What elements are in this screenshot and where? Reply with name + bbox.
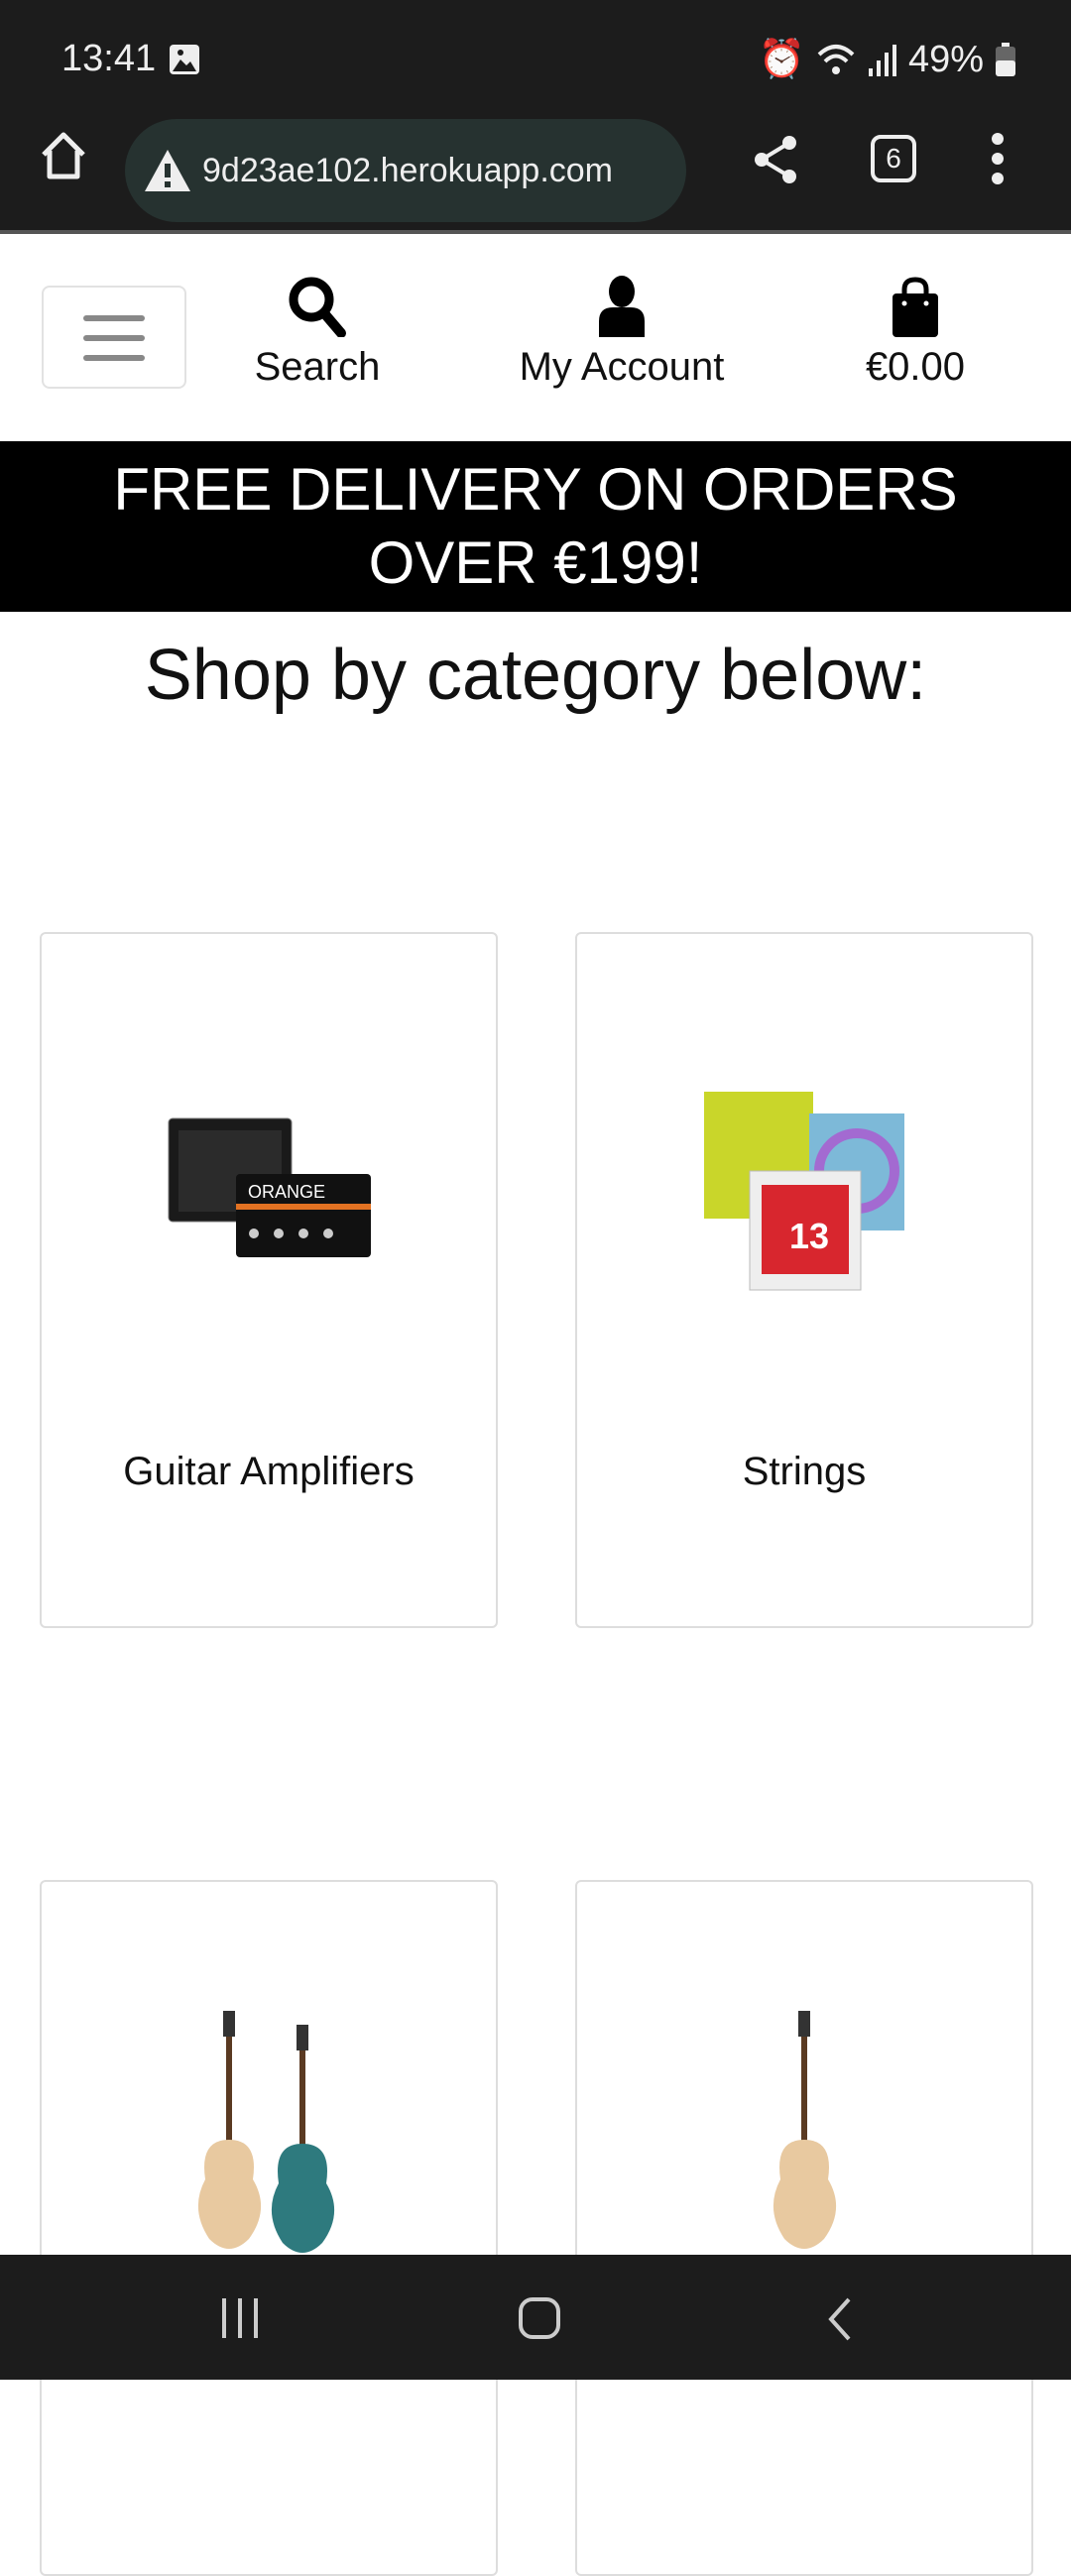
account-label: My Account xyxy=(519,345,725,389)
back-icon[interactable] xyxy=(825,2296,855,2342)
acoustic-guitars-image xyxy=(197,2011,335,2253)
url-bar[interactable]: ​9d23ae102.herokuapp.com xyxy=(125,119,686,222)
category-card-4[interactable] xyxy=(575,1880,1033,2576)
category-card-3[interactable] xyxy=(40,1880,498,2576)
category-label: Strings xyxy=(742,1450,867,1493)
home-icon[interactable] xyxy=(38,131,89,182)
category-card-guitar-amplifiers[interactable]: ORANGE Guitar Amplifiers xyxy=(40,932,498,1628)
alarm-icon: ⏰ xyxy=(758,39,805,80)
battery-level: 49% xyxy=(907,38,984,80)
svg-text:ORANGE: ORANGE xyxy=(248,1182,325,1202)
battery-icon xyxy=(996,43,1015,76)
acoustic-guitar-image xyxy=(773,2011,837,2249)
recents-icon[interactable] xyxy=(220,2298,260,2338)
site-header: Search My Account €0.00 xyxy=(0,238,1071,441)
tabs-button[interactable]: 6 xyxy=(871,135,916,182)
account-link[interactable]: My Account xyxy=(501,276,743,390)
menu-toggle-button[interactable] xyxy=(42,286,186,389)
strings-image: 13 xyxy=(704,1092,904,1291)
bag-link[interactable]: €0.00 xyxy=(851,276,980,390)
warning-icon[interactable] xyxy=(143,148,192,193)
user-icon xyxy=(599,276,645,337)
category-label: Guitar Amplifiers xyxy=(123,1450,415,1493)
search-link[interactable]: Search xyxy=(238,276,397,390)
signal-icon xyxy=(868,45,896,76)
wifi-icon xyxy=(817,45,855,74)
search-label: Search xyxy=(254,345,381,389)
system-nav-bar xyxy=(0,2255,1071,2380)
home-nav-icon[interactable] xyxy=(518,2296,561,2340)
delivery-banner: FREE DELIVERY ON ORDERS OVER €199! xyxy=(0,441,1071,612)
clock: 13:41 xyxy=(61,38,157,79)
banner-line-2: OVER €199! xyxy=(368,529,703,596)
banner-line-1: FREE DELIVERY ON ORDERS xyxy=(113,456,958,523)
guitar-amplifiers-image: ORANGE xyxy=(168,1117,371,1257)
more-icon[interactable] xyxy=(988,133,1008,184)
gallery-icon xyxy=(170,45,199,74)
share-icon[interactable] xyxy=(754,135,799,184)
status-bar: 13:41 ⏰ 49% xyxy=(0,0,1071,119)
page-title: Shop by category below: xyxy=(144,636,927,715)
browser-toolbar: ​9d23ae102.herokuapp.com 6 xyxy=(0,119,1071,234)
category-card-strings[interactable]: 13 Strings xyxy=(575,932,1033,1628)
svg-text:13: 13 xyxy=(789,1216,829,1256)
search-icon xyxy=(289,277,346,337)
bag-total: €0.00 xyxy=(865,345,966,389)
shopping-bag-icon xyxy=(892,277,938,337)
url-text: ​9d23ae102.herokuapp.com xyxy=(202,151,613,189)
